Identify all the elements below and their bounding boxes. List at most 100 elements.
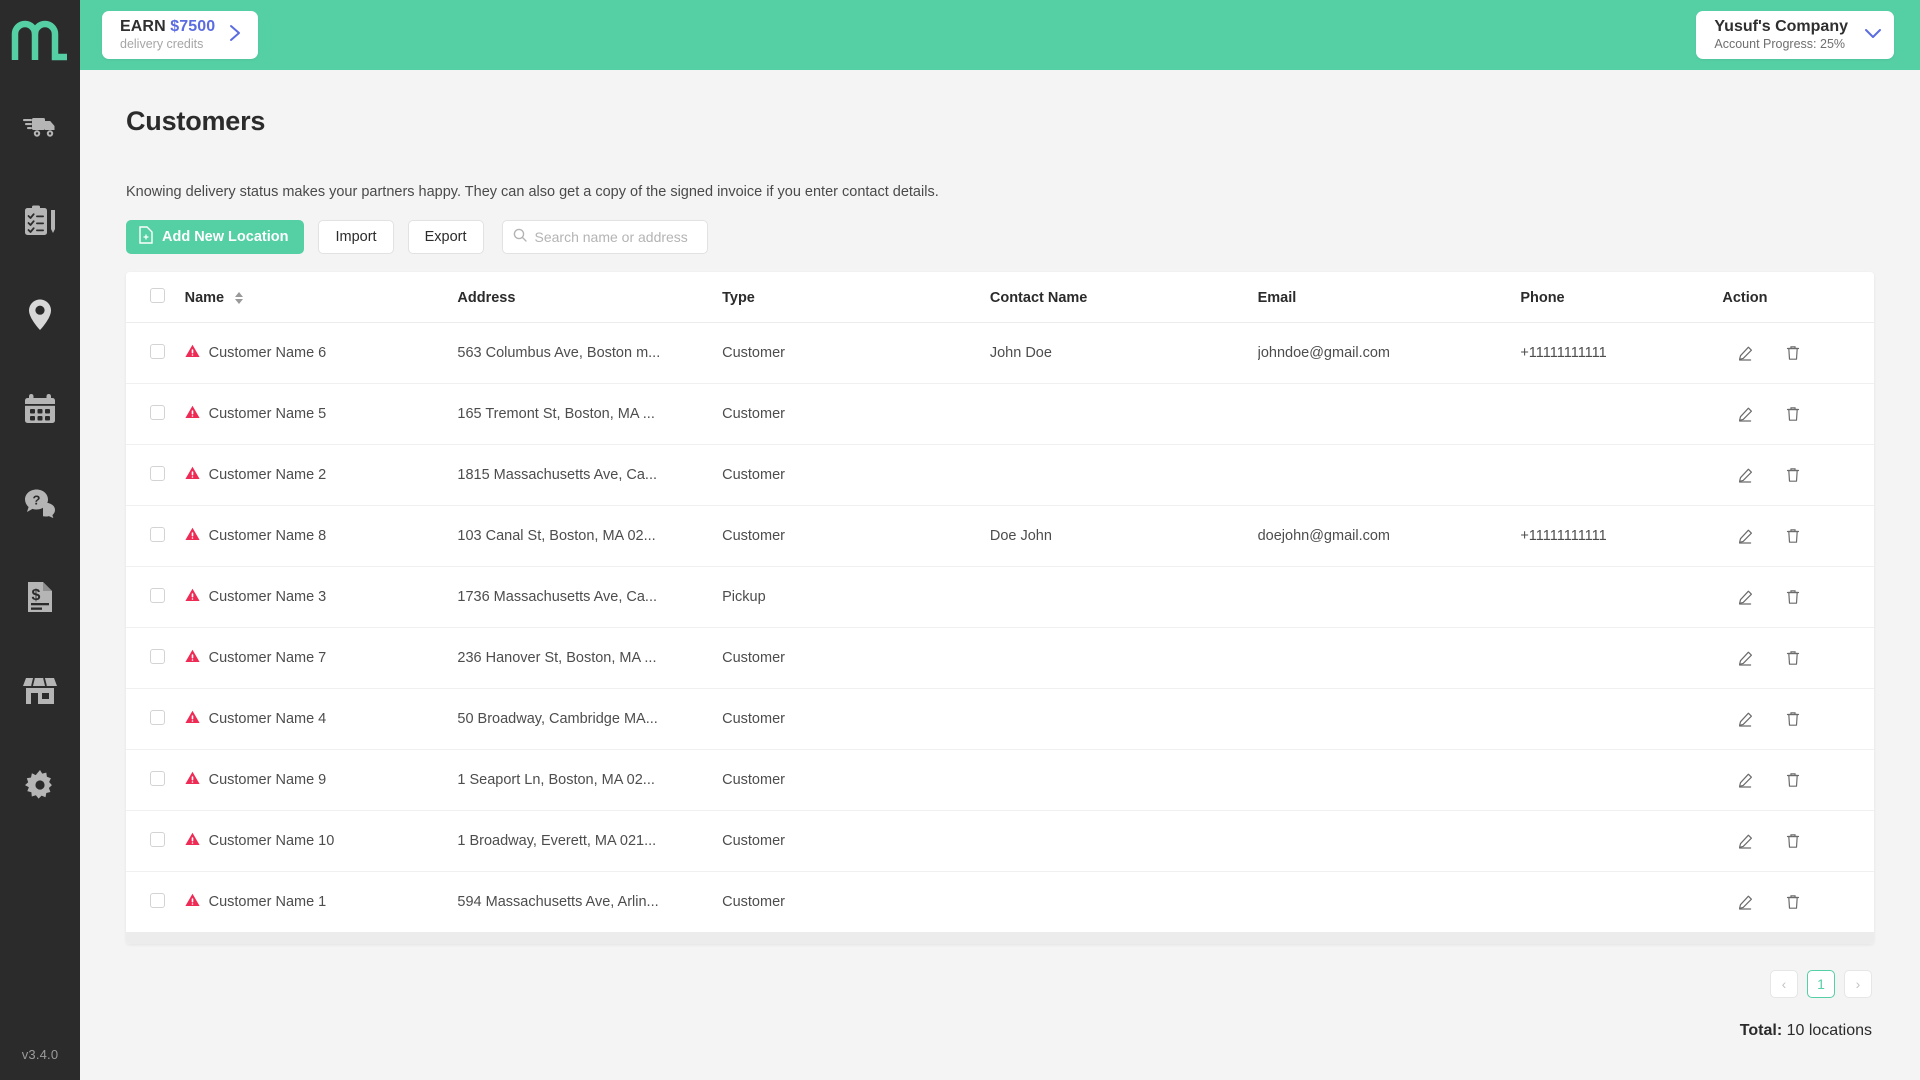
pagination-page-1[interactable]: 1 xyxy=(1807,970,1835,998)
content-column: EARN $7500 delivery credits Yusuf's Comp… xyxy=(80,0,1920,1080)
warning-triangle-glyph xyxy=(184,649,200,662)
account-menu[interactable]: Yusuf's Company Account Progress: 25% xyxy=(1696,11,1894,60)
edit-row-button[interactable] xyxy=(1732,584,1758,610)
column-header-name[interactable]: Name xyxy=(184,272,458,323)
sidebar-item-support[interactable]: ? xyxy=(17,480,63,526)
storefront-icon xyxy=(23,677,57,704)
pagination-prev-button[interactable]: ‹ xyxy=(1770,970,1798,998)
row-checkbox[interactable] xyxy=(150,709,165,725)
pencil-icon xyxy=(1738,834,1752,849)
search-input[interactable] xyxy=(534,229,697,245)
row-actions xyxy=(1722,828,1874,854)
row-actions xyxy=(1722,462,1874,488)
cell-contact-name xyxy=(989,688,1258,750)
sidebar-item-schedule[interactable] xyxy=(17,386,63,432)
row-name-text: Customer Name 1 xyxy=(208,894,327,910)
edit-row-button[interactable] xyxy=(1732,889,1758,915)
cell-type: Customer xyxy=(722,444,990,506)
delete-row-button[interactable] xyxy=(1780,584,1806,610)
sidebar-item-invoices[interactable]: $ xyxy=(17,574,63,620)
pagination-next-button[interactable]: › xyxy=(1844,970,1872,998)
cell-phone xyxy=(1520,810,1723,872)
warning-icon xyxy=(184,832,200,850)
cell-address: 594 Massachusetts Ave, Arlin... xyxy=(457,894,659,910)
edit-row-button[interactable] xyxy=(1732,401,1758,427)
row-checkbox[interactable] xyxy=(150,465,165,481)
table-row[interactable]: Customer Name 1 594 Massachusetts Ave, A… xyxy=(126,872,1874,933)
horizontal-scrollbar[interactable] xyxy=(126,932,1874,944)
row-checkbox[interactable] xyxy=(150,892,165,908)
delete-row-button[interactable] xyxy=(1780,706,1806,732)
table-row[interactable]: Customer Name 8 103 Canal St, Boston, MA… xyxy=(126,505,1874,567)
edit-row-button[interactable] xyxy=(1732,523,1758,549)
cell-contact-name xyxy=(989,383,1258,445)
warning-icon xyxy=(184,893,200,911)
cell-type: Customer xyxy=(722,322,990,384)
row-checkbox[interactable] xyxy=(150,831,165,847)
sidebar-item-store[interactable] xyxy=(17,668,63,714)
search-box[interactable] xyxy=(501,220,708,254)
cell-email xyxy=(1257,444,1521,506)
row-select-cell xyxy=(126,688,185,750)
row-checkbox[interactable] xyxy=(150,404,165,420)
table-row[interactable]: Customer Name 3 1736 Massachusetts Ave, … xyxy=(126,566,1874,628)
warning-triangle-glyph xyxy=(184,405,200,418)
table-row[interactable]: Customer Name 4 50 Broadway, Cambridge M… xyxy=(126,688,1874,750)
cell-phone xyxy=(1520,566,1723,628)
delete-row-button[interactable] xyxy=(1780,462,1806,488)
row-checkbox[interactable] xyxy=(150,526,165,542)
name-with-warning: Customer Name 3 xyxy=(184,588,458,606)
row-actions xyxy=(1722,645,1874,671)
cell-action xyxy=(1722,627,1874,689)
sidebar-item-tasks[interactable] xyxy=(17,198,63,244)
table-row[interactable]: Customer Name 5 165 Tremont St, Boston, … xyxy=(126,383,1874,445)
table-row[interactable]: Customer Name 9 1 Seaport Ln, Boston, MA… xyxy=(126,749,1874,811)
svg-text:?: ? xyxy=(33,493,41,508)
add-new-location-button[interactable]: Add New Location xyxy=(126,220,305,254)
edit-row-button[interactable] xyxy=(1732,767,1758,793)
truck-icon xyxy=(23,118,55,137)
sidebar-item-settings[interactable] xyxy=(17,762,63,808)
delete-row-button[interactable] xyxy=(1780,340,1806,366)
row-checkbox[interactable] xyxy=(150,770,165,786)
name-with-warning: Customer Name 9 xyxy=(184,771,458,789)
row-name-text: Customer Name 5 xyxy=(208,406,327,422)
edit-row-button[interactable] xyxy=(1732,706,1758,732)
cell-phone: +11111111111 xyxy=(1520,505,1723,567)
delete-row-button[interactable] xyxy=(1780,767,1806,793)
app-logo[interactable] xyxy=(0,0,80,70)
sidebar-item-deliveries[interactable] xyxy=(17,104,63,150)
chevron-down-icon[interactable] xyxy=(1864,27,1881,43)
delete-row-button[interactable] xyxy=(1780,401,1806,427)
earn-credits-card[interactable]: EARN $7500 delivery credits xyxy=(102,10,259,60)
table-row[interactable]: Customer Name 6 563 Columbus Ave, Boston… xyxy=(126,322,1874,384)
delete-row-button[interactable] xyxy=(1780,645,1806,671)
cell-name: Customer Name 3 xyxy=(184,566,458,628)
import-button[interactable]: Import xyxy=(318,220,394,254)
edit-row-button[interactable] xyxy=(1732,462,1758,488)
table-row[interactable]: Customer Name 10 1 Broadway, Everett, MA… xyxy=(126,810,1874,872)
table-row[interactable]: Customer Name 7 236 Hanover St, Boston, … xyxy=(126,627,1874,689)
select-all-checkbox[interactable] xyxy=(150,288,165,303)
edit-row-button[interactable] xyxy=(1732,645,1758,671)
warning-icon xyxy=(184,771,200,789)
column-header-action: Action xyxy=(1722,272,1874,323)
sort-toggle-icon[interactable] xyxy=(235,291,244,304)
export-button[interactable]: Export xyxy=(407,220,484,254)
name-with-warning: Customer Name 7 xyxy=(184,649,458,667)
edit-row-button[interactable] xyxy=(1732,340,1758,366)
delete-row-button[interactable] xyxy=(1780,523,1806,549)
map-pin-icon xyxy=(29,299,51,330)
table-row[interactable]: Customer Name 2 1815 Massachusetts Ave, … xyxy=(126,444,1874,506)
cell-name: Customer Name 1 xyxy=(184,872,458,933)
cell-type: Customer xyxy=(722,383,990,445)
row-checkbox[interactable] xyxy=(150,587,165,603)
sidebar-item-locations[interactable] xyxy=(17,292,63,338)
trash-icon xyxy=(1787,773,1800,787)
row-checkbox[interactable] xyxy=(150,648,165,664)
cell-email xyxy=(1257,688,1521,750)
delete-row-button[interactable] xyxy=(1780,889,1806,915)
edit-row-button[interactable] xyxy=(1732,828,1758,854)
row-checkbox[interactable] xyxy=(150,343,165,359)
delete-row-button[interactable] xyxy=(1780,828,1806,854)
